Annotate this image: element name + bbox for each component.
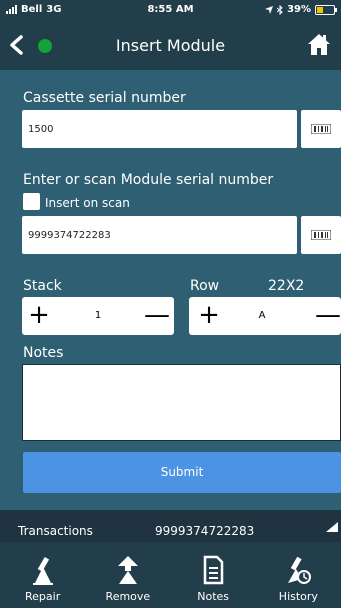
tab-label: History bbox=[278, 590, 318, 603]
module-serial-label: Enter or scan Module serial number bbox=[23, 172, 274, 188]
cassette-serial-label: Cassette serial number bbox=[23, 90, 186, 106]
stack-decrement-button[interactable]: — bbox=[140, 297, 174, 335]
stack-label: Stack bbox=[23, 278, 62, 294]
location-icon bbox=[265, 5, 274, 14]
tab-repair[interactable]: Repair bbox=[0, 542, 85, 608]
status-bar: Bell 3G 8:55 AM 39% bbox=[0, 0, 341, 20]
module-serial-input[interactable]: 9999374722283 bbox=[22, 216, 297, 254]
row-value: A bbox=[258, 310, 266, 321]
row-stepper: + A — bbox=[189, 297, 341, 335]
page-title: Insert Module bbox=[115, 36, 226, 55]
tab-history[interactable]: History bbox=[256, 542, 341, 608]
insert-on-scan-label: Insert on scan bbox=[45, 196, 130, 210]
row-decrement-button[interactable]: — bbox=[311, 297, 341, 335]
barcode-icon bbox=[311, 230, 331, 240]
tab-label: Remove bbox=[105, 590, 151, 603]
tab-remove[interactable]: Remove bbox=[85, 542, 170, 608]
battery-percent: 39% bbox=[287, 4, 311, 15]
row-increment-button[interactable]: + bbox=[192, 297, 226, 335]
notes-icon bbox=[203, 555, 224, 585]
cassette-serial-input[interactable]: 1500 bbox=[22, 110, 297, 148]
cassette-scan-button[interactable] bbox=[301, 110, 341, 148]
submit-button[interactable]: Submit bbox=[23, 452, 341, 493]
row-code: 22X2 bbox=[268, 278, 305, 294]
insert-on-scan-checkbox[interactable] bbox=[23, 193, 40, 210]
battery-level bbox=[317, 6, 323, 13]
repair-icon bbox=[32, 556, 53, 585]
transactions-label: Transactions bbox=[18, 524, 93, 538]
bluetooth-icon bbox=[277, 4, 283, 15]
remove-icon bbox=[117, 556, 138, 584]
bottom-tab-bar: Repair Remove Notes History bbox=[0, 542, 341, 608]
barcode-icon bbox=[311, 124, 331, 134]
transactions-value: 9999374722283 bbox=[155, 524, 255, 538]
tab-notes[interactable]: Notes bbox=[171, 542, 256, 608]
tab-label: Notes bbox=[197, 590, 230, 603]
stack-stepper: + 1 — bbox=[22, 297, 174, 335]
notes-label: Notes bbox=[23, 345, 64, 361]
transactions-bar[interactable]: Transactions 9999374722283 bbox=[0, 510, 341, 542]
stack-increment-button[interactable]: + bbox=[22, 297, 56, 335]
expand-icon[interactable] bbox=[326, 522, 338, 532]
row-label: Row bbox=[190, 278, 220, 294]
home-icon[interactable] bbox=[307, 32, 331, 56]
stack-value: 1 bbox=[94, 310, 102, 321]
nav-bar: Insert Module bbox=[0, 20, 341, 70]
notes-textarea[interactable] bbox=[22, 364, 341, 441]
module-scan-button[interactable] bbox=[301, 216, 341, 254]
battery-icon bbox=[315, 4, 337, 15]
history-icon bbox=[288, 556, 312, 584]
tab-label: Repair bbox=[25, 590, 61, 603]
